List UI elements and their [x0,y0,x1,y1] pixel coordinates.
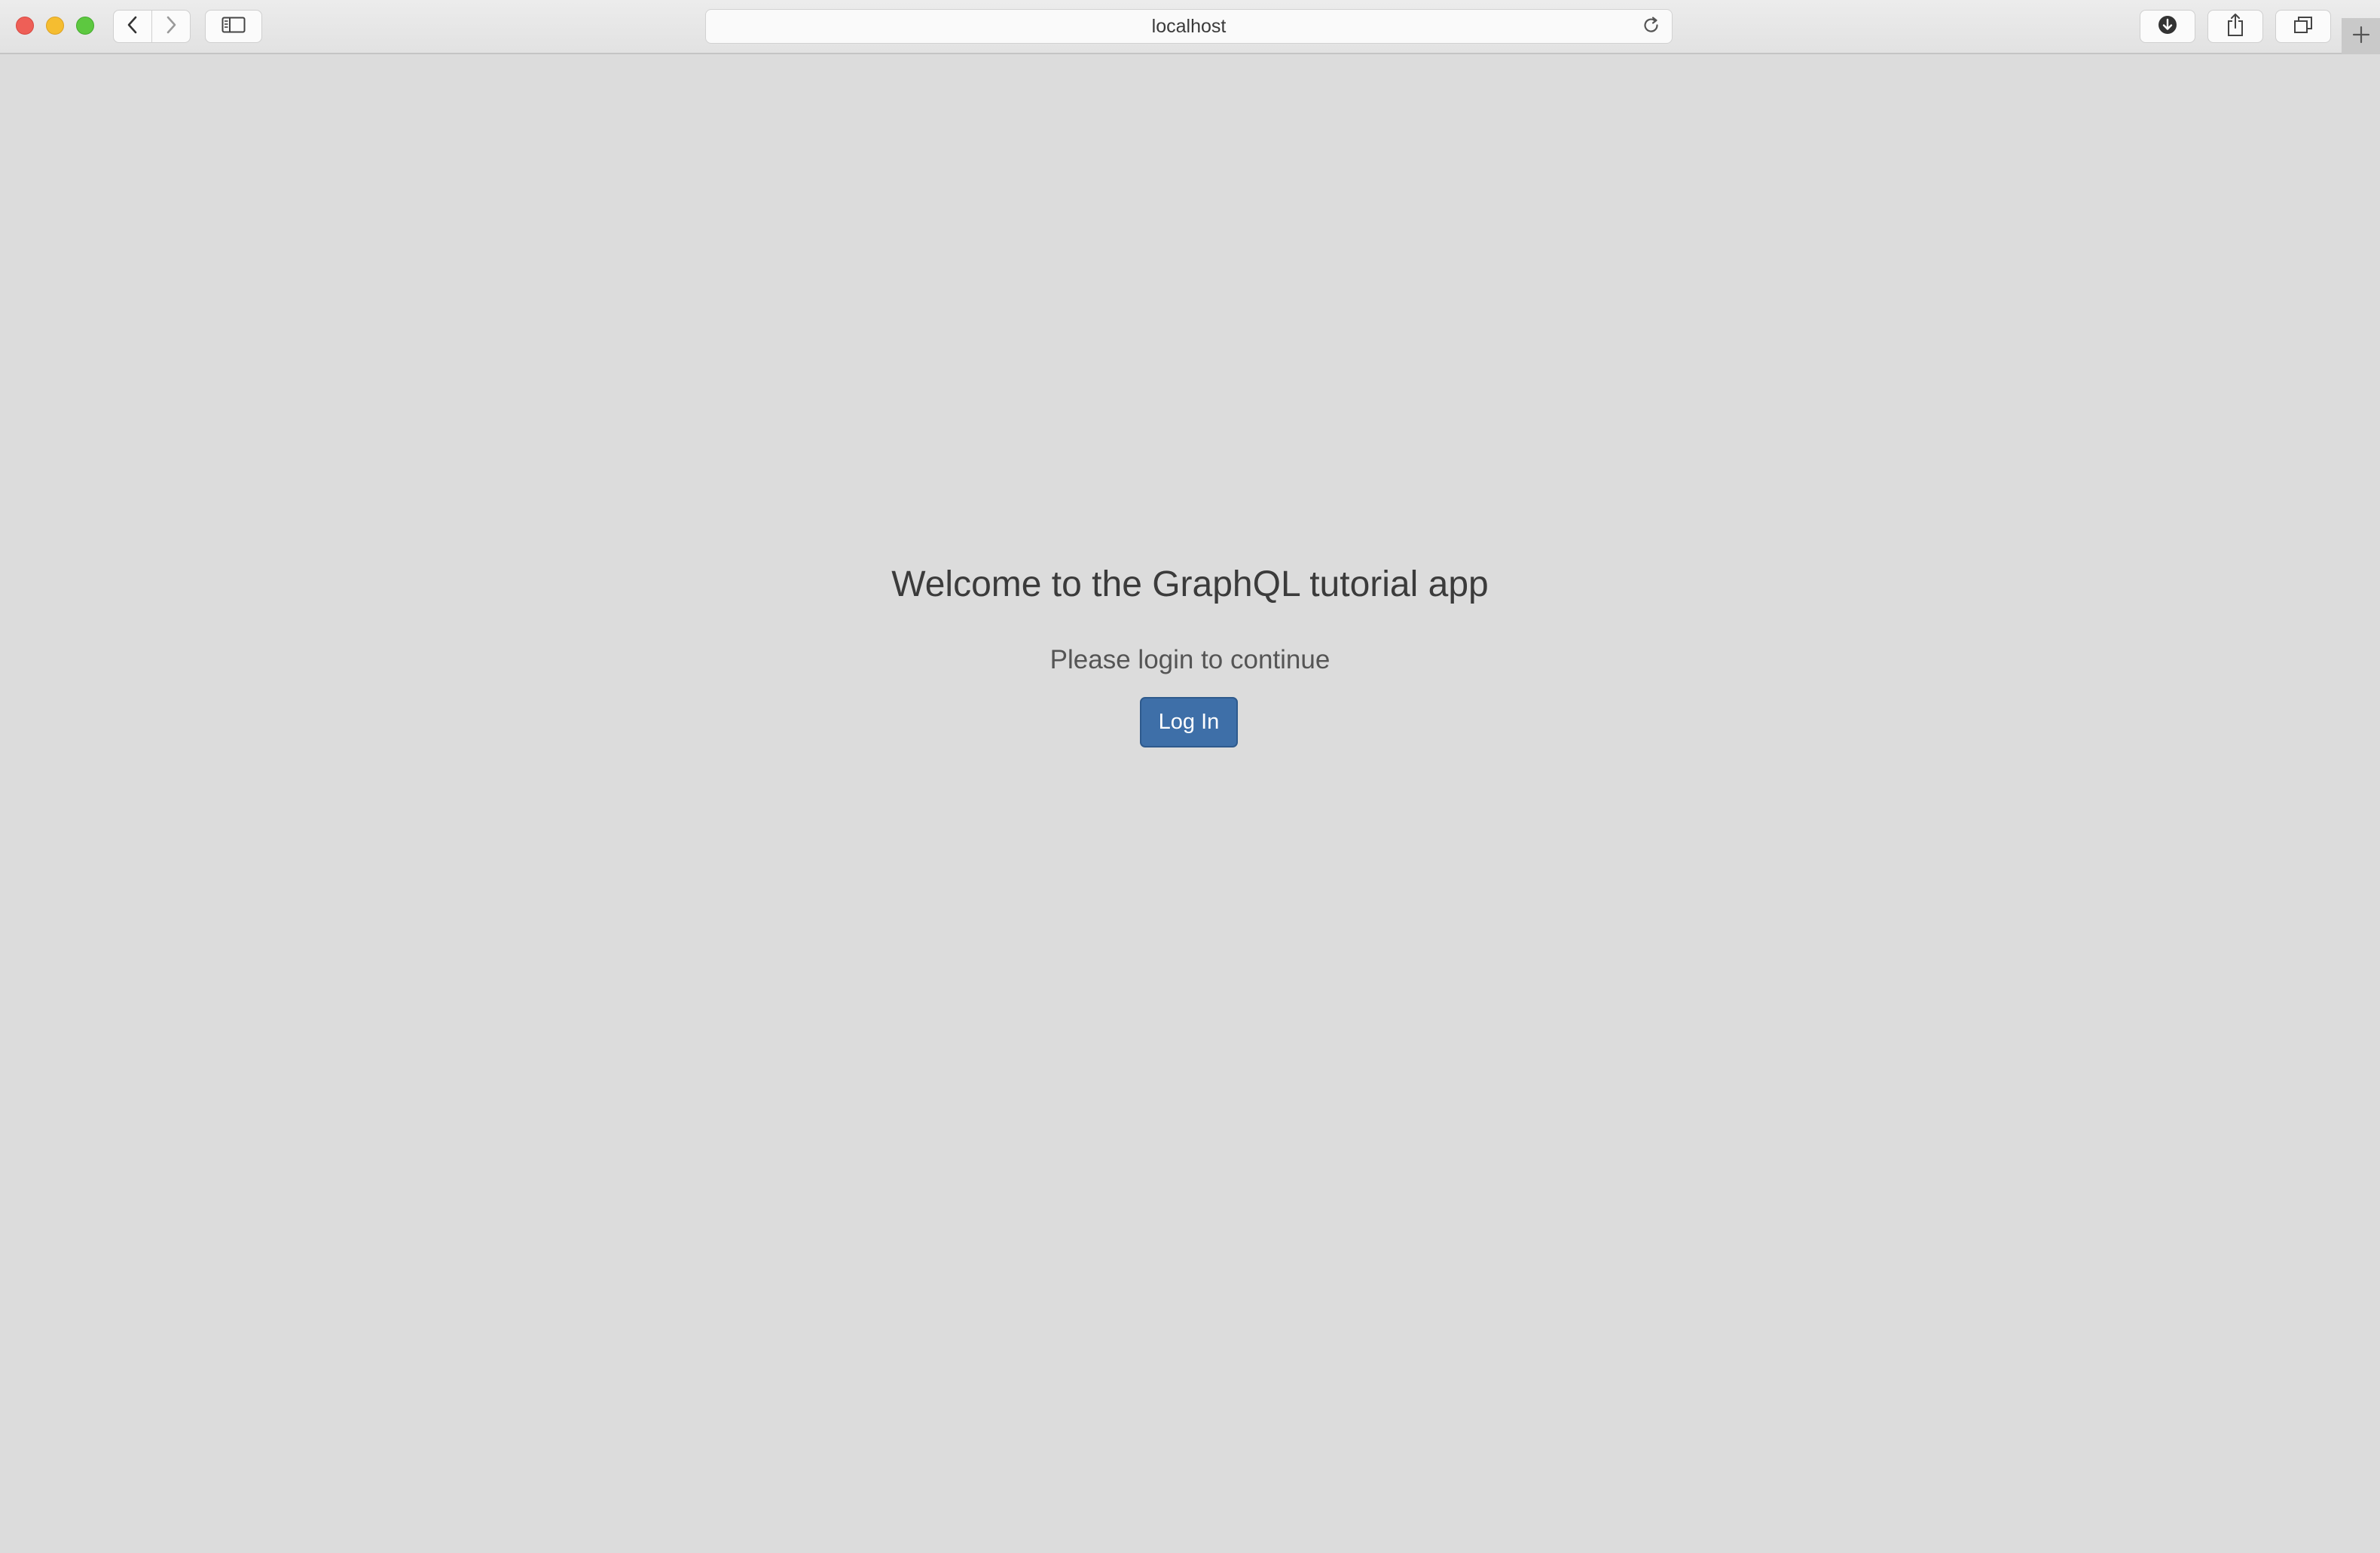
browser-window: localhost Welcome to the GraphQL tutoria… [0,0,2380,1553]
back-button[interactable] [113,10,152,43]
chevron-left-icon [125,15,140,38]
close-window-button[interactable] [16,17,34,35]
tab-overview-button[interactable] [2275,10,2331,43]
download-icon [2157,14,2178,39]
chevron-right-icon [163,15,179,38]
page-content: Welcome to the GraphQL tutorial app Plea… [0,54,2380,1553]
sidebar-toggle-button[interactable] [205,10,262,43]
forward-button[interactable] [151,10,191,43]
address-bar[interactable]: localhost [705,9,1673,44]
downloads-button[interactable] [2140,10,2195,43]
page-title: Welcome to the GraphQL tutorial app [891,564,1489,604]
plus-icon [2351,25,2371,48]
new-tab-button[interactable] [2342,18,2380,54]
reload-button[interactable] [1640,16,1663,38]
sidebar-icon [222,17,246,37]
reload-icon [1642,16,1661,39]
maximize-window-button[interactable] [76,17,94,35]
address-text: localhost [1151,15,1227,37]
tab-overview-icon [2293,15,2314,38]
share-button[interactable] [2207,10,2263,43]
share-icon [2226,13,2245,41]
browser-toolbar: localhost [0,0,2380,54]
minimize-window-button[interactable] [46,17,64,35]
login-prompt: Please login to continue [1049,645,1331,674]
login-button[interactable]: Log In [1140,697,1238,747]
